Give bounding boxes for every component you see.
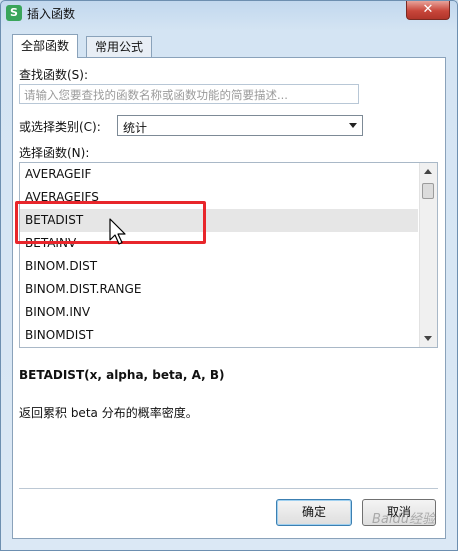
function-list-item[interactable]: AVERAGEIF [20, 163, 418, 186]
function-list-item[interactable]: BINOM.DIST.RANGE [20, 278, 418, 301]
tab-panel: 查找函数(S): 请输入您要查找的函数名称或函数功能的简要描述... 或选择类别… [12, 57, 446, 539]
list-scrollbar[interactable] [419, 163, 437, 347]
wps-spreadsheet-icon: S [6, 5, 22, 21]
scroll-up-arrow-icon[interactable] [424, 169, 432, 174]
scrollbar-thumb[interactable] [422, 183, 434, 199]
dropdown-arrow-icon [349, 123, 357, 128]
function-syntax: BETADIST(x, alpha, beta, A, B) [19, 368, 225, 382]
title-bar[interactable]: S 插入函数 ✕ [1, 1, 457, 25]
tab-common-formulas[interactable]: 常用公式 [86, 36, 153, 57]
search-input[interactable]: 请输入您要查找的函数名称或函数功能的简要描述... [19, 84, 359, 104]
function-list-label: 选择函数(N): [19, 146, 90, 160]
tab-all-functions[interactable]: 全部函数 [12, 34, 79, 58]
search-label: 查找函数(S): [19, 68, 89, 82]
category-value: 统计 [123, 121, 148, 135]
ok-button[interactable]: 确定 [276, 499, 352, 526]
close-button[interactable]: ✕ [406, 1, 450, 20]
function-list-item[interactable]: BINOM.DIST [20, 255, 418, 278]
function-list-item[interactable]: BINOM.INV [20, 301, 418, 324]
insert-function-dialog: S 插入函数 ✕ 全部函数 常用公式 查找函数(S): 请输入您要查找的函数名称… [0, 0, 458, 551]
category-select[interactable]: 统计 [117, 115, 363, 136]
function-list-item[interactable]: BINOMDIST [20, 324, 418, 347]
mouse-pointer-icon [109, 218, 126, 245]
baidu-watermark: Baidu经验 [372, 512, 435, 527]
function-listbox[interactable]: AVERAGEIF AVERAGEIFS BETADIST BETAINV BI… [19, 162, 438, 348]
function-description: 返回累积 beta 分布的概率密度。 [19, 406, 198, 420]
divider [19, 488, 438, 489]
dialog-title: 插入函数 [27, 7, 76, 21]
category-label: 或选择类别(C): [19, 120, 101, 134]
scroll-down-arrow-icon[interactable] [424, 336, 432, 341]
